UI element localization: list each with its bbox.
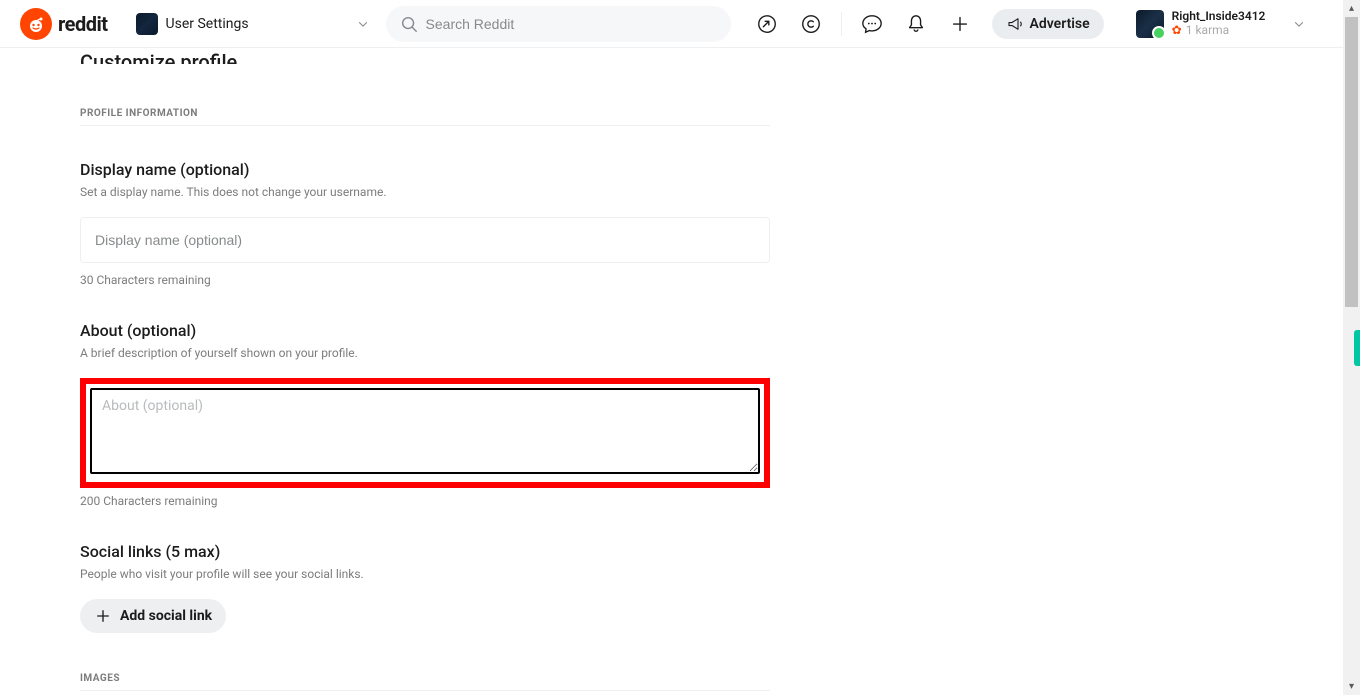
advertise-label: Advertise: [1030, 16, 1090, 32]
avatar-thumbnail: [136, 13, 158, 35]
scroll-up-arrow[interactable]: ▴: [1343, 0, 1360, 17]
search-input[interactable]: [426, 16, 717, 32]
field-about: About (optional) A brief description of …: [80, 321, 770, 508]
community-dropdown-label: User Settings: [166, 16, 348, 32]
notifications-icon[interactable]: [898, 6, 934, 42]
field-display-name: Display name (optional) Set a display na…: [80, 160, 770, 287]
avatar: [1136, 10, 1164, 38]
section-label-profile-info: PROFILE INFORMATION: [80, 108, 770, 126]
scrollbar-thumb[interactable]: [1345, 17, 1358, 307]
reddit-logo[interactable]: reddit: [20, 8, 108, 40]
section-label-images: IMAGES: [80, 673, 770, 691]
display-name-title: Display name (optional): [80, 160, 770, 179]
header-actions: Advertise Right_Inside3412 ✿ 1 karma: [749, 6, 1306, 42]
display-name-input[interactable]: [80, 217, 770, 263]
community-dropdown[interactable]: User Settings: [128, 9, 378, 39]
field-social-links: Social links (5 max) People who visit yo…: [80, 542, 770, 633]
about-title: About (optional): [80, 321, 770, 340]
karma-icon: ✿: [1172, 24, 1182, 37]
add-social-link-button[interactable]: Add social link: [80, 599, 226, 633]
coin-icon[interactable]: [793, 6, 829, 42]
social-desc: People who visit your profile will see y…: [80, 567, 770, 581]
about-highlight-box: [80, 378, 770, 488]
about-desc: A brief description of yourself shown on…: [80, 346, 770, 360]
scroll-down-arrow[interactable]: ▾: [1343, 678, 1360, 695]
user-name: Right_Inside3412: [1172, 10, 1266, 23]
social-title: Social links (5 max): [80, 542, 770, 561]
reddit-wordmark: reddit: [58, 12, 108, 36]
chat-icon[interactable]: [854, 6, 890, 42]
user-menu[interactable]: Right_Inside3412 ✿ 1 karma: [1136, 10, 1306, 38]
page-body: Customize profile PROFILE INFORMATION Di…: [0, 48, 1343, 691]
search-bar[interactable]: [386, 6, 731, 42]
plus-icon: [94, 607, 112, 625]
about-remaining: 200 Characters remaining: [80, 494, 770, 508]
megaphone-icon: [1006, 15, 1024, 33]
create-post-icon[interactable]: [942, 6, 978, 42]
advertise-button[interactable]: Advertise: [992, 9, 1104, 39]
display-name-desc: Set a display name. This does not change…: [80, 185, 770, 199]
user-meta: Right_Inside3412 ✿ 1 karma: [1172, 10, 1266, 36]
snoo-icon: [20, 8, 52, 40]
divider: [841, 12, 842, 36]
user-karma-line: ✿ 1 karma: [1172, 24, 1266, 37]
search-icon: [400, 15, 418, 33]
chevron-down-icon: [1292, 17, 1306, 31]
page-title: Customize profile: [80, 44, 770, 64]
about-textarea[interactable]: [90, 388, 760, 474]
add-social-link-label: Add social link: [120, 608, 212, 624]
display-name-remaining: 30 Characters remaining: [80, 273, 770, 287]
user-karma: 1 karma: [1186, 24, 1229, 37]
popular-icon[interactable]: [749, 6, 785, 42]
settings-content: Customize profile PROFILE INFORMATION Di…: [80, 48, 770, 691]
chevron-down-icon: [356, 17, 370, 31]
top-header: reddit User Settings: [0, 0, 1343, 48]
scroll-accent: [1354, 330, 1360, 366]
